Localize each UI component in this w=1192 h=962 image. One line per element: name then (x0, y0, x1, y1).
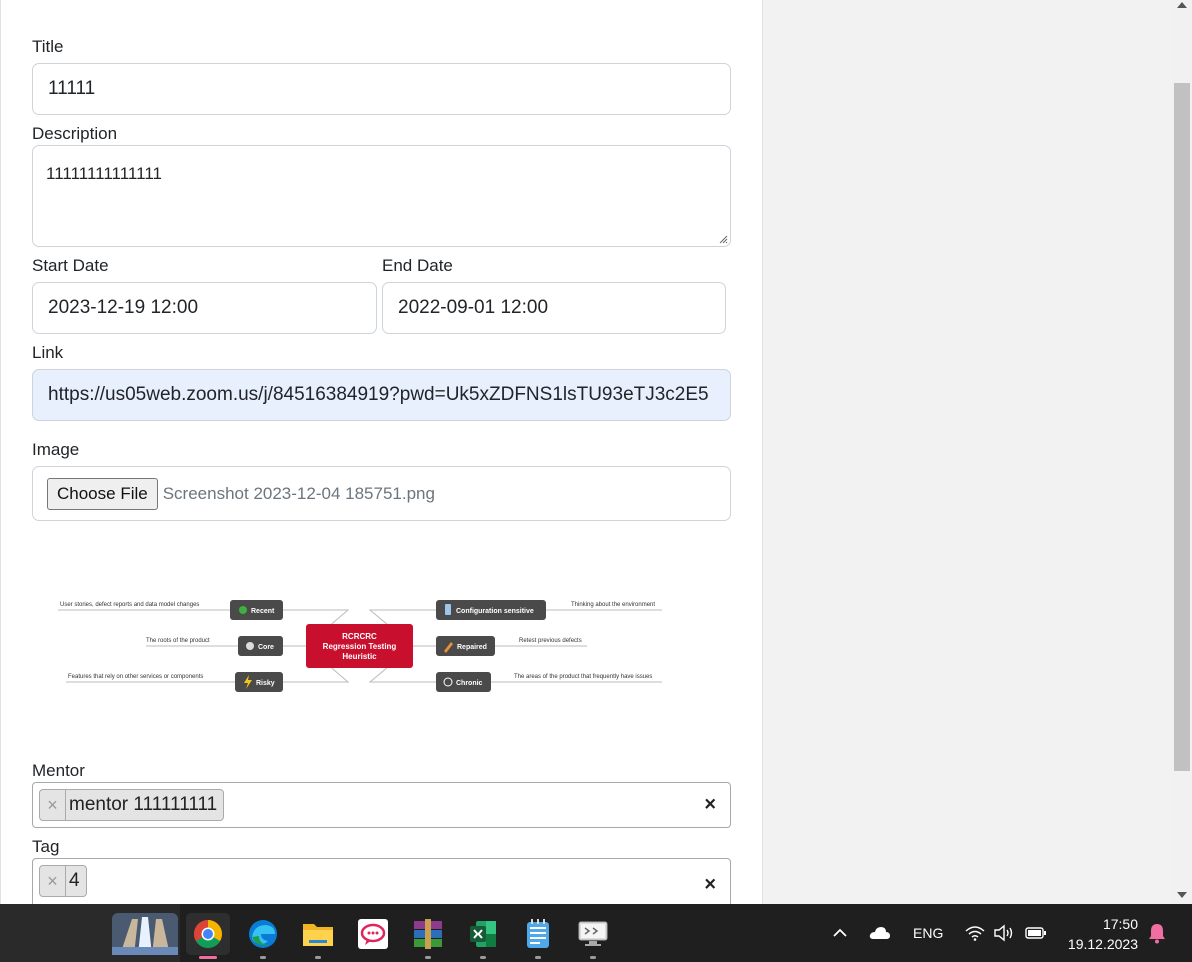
mentor-chip-label: mentor 111111111 (69, 794, 218, 815)
waterfall-widget-icon[interactable] (112, 913, 178, 955)
image-file-input[interactable]: Choose File Screenshot 2023-12-04 185751… (32, 466, 731, 521)
mentor-clear-icon[interactable]: × (704, 794, 716, 817)
tag-label: Tag (32, 837, 60, 856)
clock-time: 17:50 (1102, 916, 1138, 932)
mindmap-node-repaired-label: Repaired (457, 644, 487, 651)
tag-chip-label: 4 (69, 870, 80, 891)
start-date-value: 2023-12-19 12:00 (48, 297, 199, 318)
mindmap-center-line3: Heuristic (342, 652, 377, 661)
remote-desktop-icon (578, 921, 608, 946)
scroll-down-arrow-icon[interactable] (1177, 892, 1187, 898)
browser-viewport: Title 11111 Description 11111111111111 S… (0, 0, 1172, 904)
link-label: Link (32, 343, 64, 362)
chrome-active-indicator (199, 956, 217, 959)
end-date-value: 2022-09-01 12:00 (398, 297, 549, 318)
windows-taskbar: ENG 17:50 19.12.2023 (0, 904, 1192, 962)
mentor-chip-remove-icon[interactable]: × (40, 790, 66, 820)
notepad-icon (527, 919, 549, 948)
volume-icon[interactable] (993, 904, 1017, 962)
title-input[interactable]: 11111 (32, 63, 731, 115)
mindmap-note-core: The roots of the product (146, 638, 210, 644)
taskbar-excel[interactable] (461, 913, 505, 959)
title-input-value: 11111 (48, 78, 96, 99)
description-textarea[interactable]: 11111111111111 (32, 145, 731, 247)
mindmap-node-core-label: Core (258, 644, 274, 651)
taskbar-edge[interactable] (241, 913, 285, 959)
minus-circle-icon (239, 606, 247, 614)
end-date-input[interactable]: 2022-09-01 12:00 (382, 282, 726, 334)
mindmap-node-recent-label: Recent (251, 608, 275, 615)
mindmap-node-chronic-label: Chronic (456, 680, 483, 687)
excel-indicator (480, 956, 486, 959)
end-date-label: End Date (382, 256, 453, 275)
clock-date: 19.12.2023 (1067, 936, 1138, 952)
tray-overflow-chevron-icon[interactable] (832, 904, 848, 962)
image-label: Image (32, 440, 80, 459)
tag-clear-icon[interactable]: × (704, 874, 716, 897)
mindmap-note-risky: Features that rely on other services or … (68, 674, 203, 680)
taskbar-clock[interactable]: 17:50 19.12.2023 (1068, 914, 1138, 954)
edge-icon (249, 920, 277, 948)
taskbar-search-area[interactable] (0, 904, 180, 962)
taskbar-chrome[interactable] (186, 913, 230, 959)
chrome-icon (194, 920, 222, 948)
gear-icon (246, 642, 254, 650)
mentor-label: Mentor (32, 761, 85, 780)
start-date-input[interactable]: 2023-12-19 12:00 (32, 282, 377, 334)
mindmap-note-chronic: The areas of the product that frequently… (514, 674, 652, 680)
mindmap-node-risky-label: Risky (256, 680, 275, 687)
mindmap-note-configuration: Thinking about the environment (571, 602, 655, 608)
wifi-icon[interactable] (964, 904, 986, 962)
excel-icon (470, 921, 496, 947)
chat-app-icon (358, 919, 388, 949)
file-explorer-indicator (315, 956, 321, 959)
taskbar-remote-desktop[interactable] (571, 913, 615, 959)
notification-bell-icon[interactable] (1147, 904, 1167, 962)
tag-select[interactable]: × 4 × (32, 858, 731, 904)
tag-chip-remove-icon[interactable]: × (40, 866, 66, 896)
link-input[interactable]: https://us05web.zoom.us/j/84516384919?pw… (32, 369, 731, 421)
resize-handle-icon[interactable] (718, 234, 728, 244)
winrar-icon (414, 919, 442, 949)
mindmap-center-line1: RCRCRC (342, 632, 377, 641)
mindmap-note-repaired: Retest previous defects (519, 638, 582, 644)
choose-file-button[interactable]: Choose File (47, 477, 158, 510)
device-icon (445, 604, 451, 615)
image-preview-mindmap: RCRCRC Regression Testing Heuristic Rece… (58, 600, 662, 692)
mindmap-center-line2: Regression Testing (323, 642, 397, 651)
taskbar-file-explorer[interactable] (296, 913, 340, 959)
taskbar-chat-app[interactable] (351, 913, 395, 955)
page-scrollbar[interactable] (1172, 0, 1192, 904)
taskbar-winrar[interactable] (406, 913, 450, 959)
selected-file-name: Screenshot 2023-12-04 185751.png (162, 483, 435, 503)
remote-desktop-indicator (590, 956, 596, 959)
scroll-up-arrow-icon[interactable] (1177, 2, 1187, 8)
mentor-select[interactable]: × mentor 111111111 × (32, 782, 731, 828)
description-value: 11111111111111 (46, 164, 162, 183)
file-explorer-icon (303, 924, 333, 946)
scrollbar-thumb[interactable] (1174, 83, 1190, 771)
notepad-indicator (535, 956, 541, 959)
onedrive-cloud-icon[interactable] (869, 904, 891, 962)
mentor-chip: × mentor 111111111 (39, 789, 225, 821)
language-indicator[interactable]: ENG (913, 904, 943, 962)
taskbar-notepad[interactable] (516, 913, 560, 959)
tag-chip: × 4 (39, 865, 87, 897)
title-label: Title (32, 37, 64, 56)
edge-indicator (260, 956, 266, 959)
start-date-label: Start Date (32, 256, 109, 275)
description-label: Description (32, 124, 118, 143)
battery-icon[interactable] (1025, 904, 1047, 962)
mindmap-node-configuration-label: Configuration sensitive (456, 608, 534, 615)
winrar-indicator (425, 956, 431, 959)
mindmap-note-recent: User stories, defect reports and data mo… (60, 602, 199, 608)
link-value: https://us05web.zoom.us/j/84516384919?pw… (48, 384, 709, 405)
